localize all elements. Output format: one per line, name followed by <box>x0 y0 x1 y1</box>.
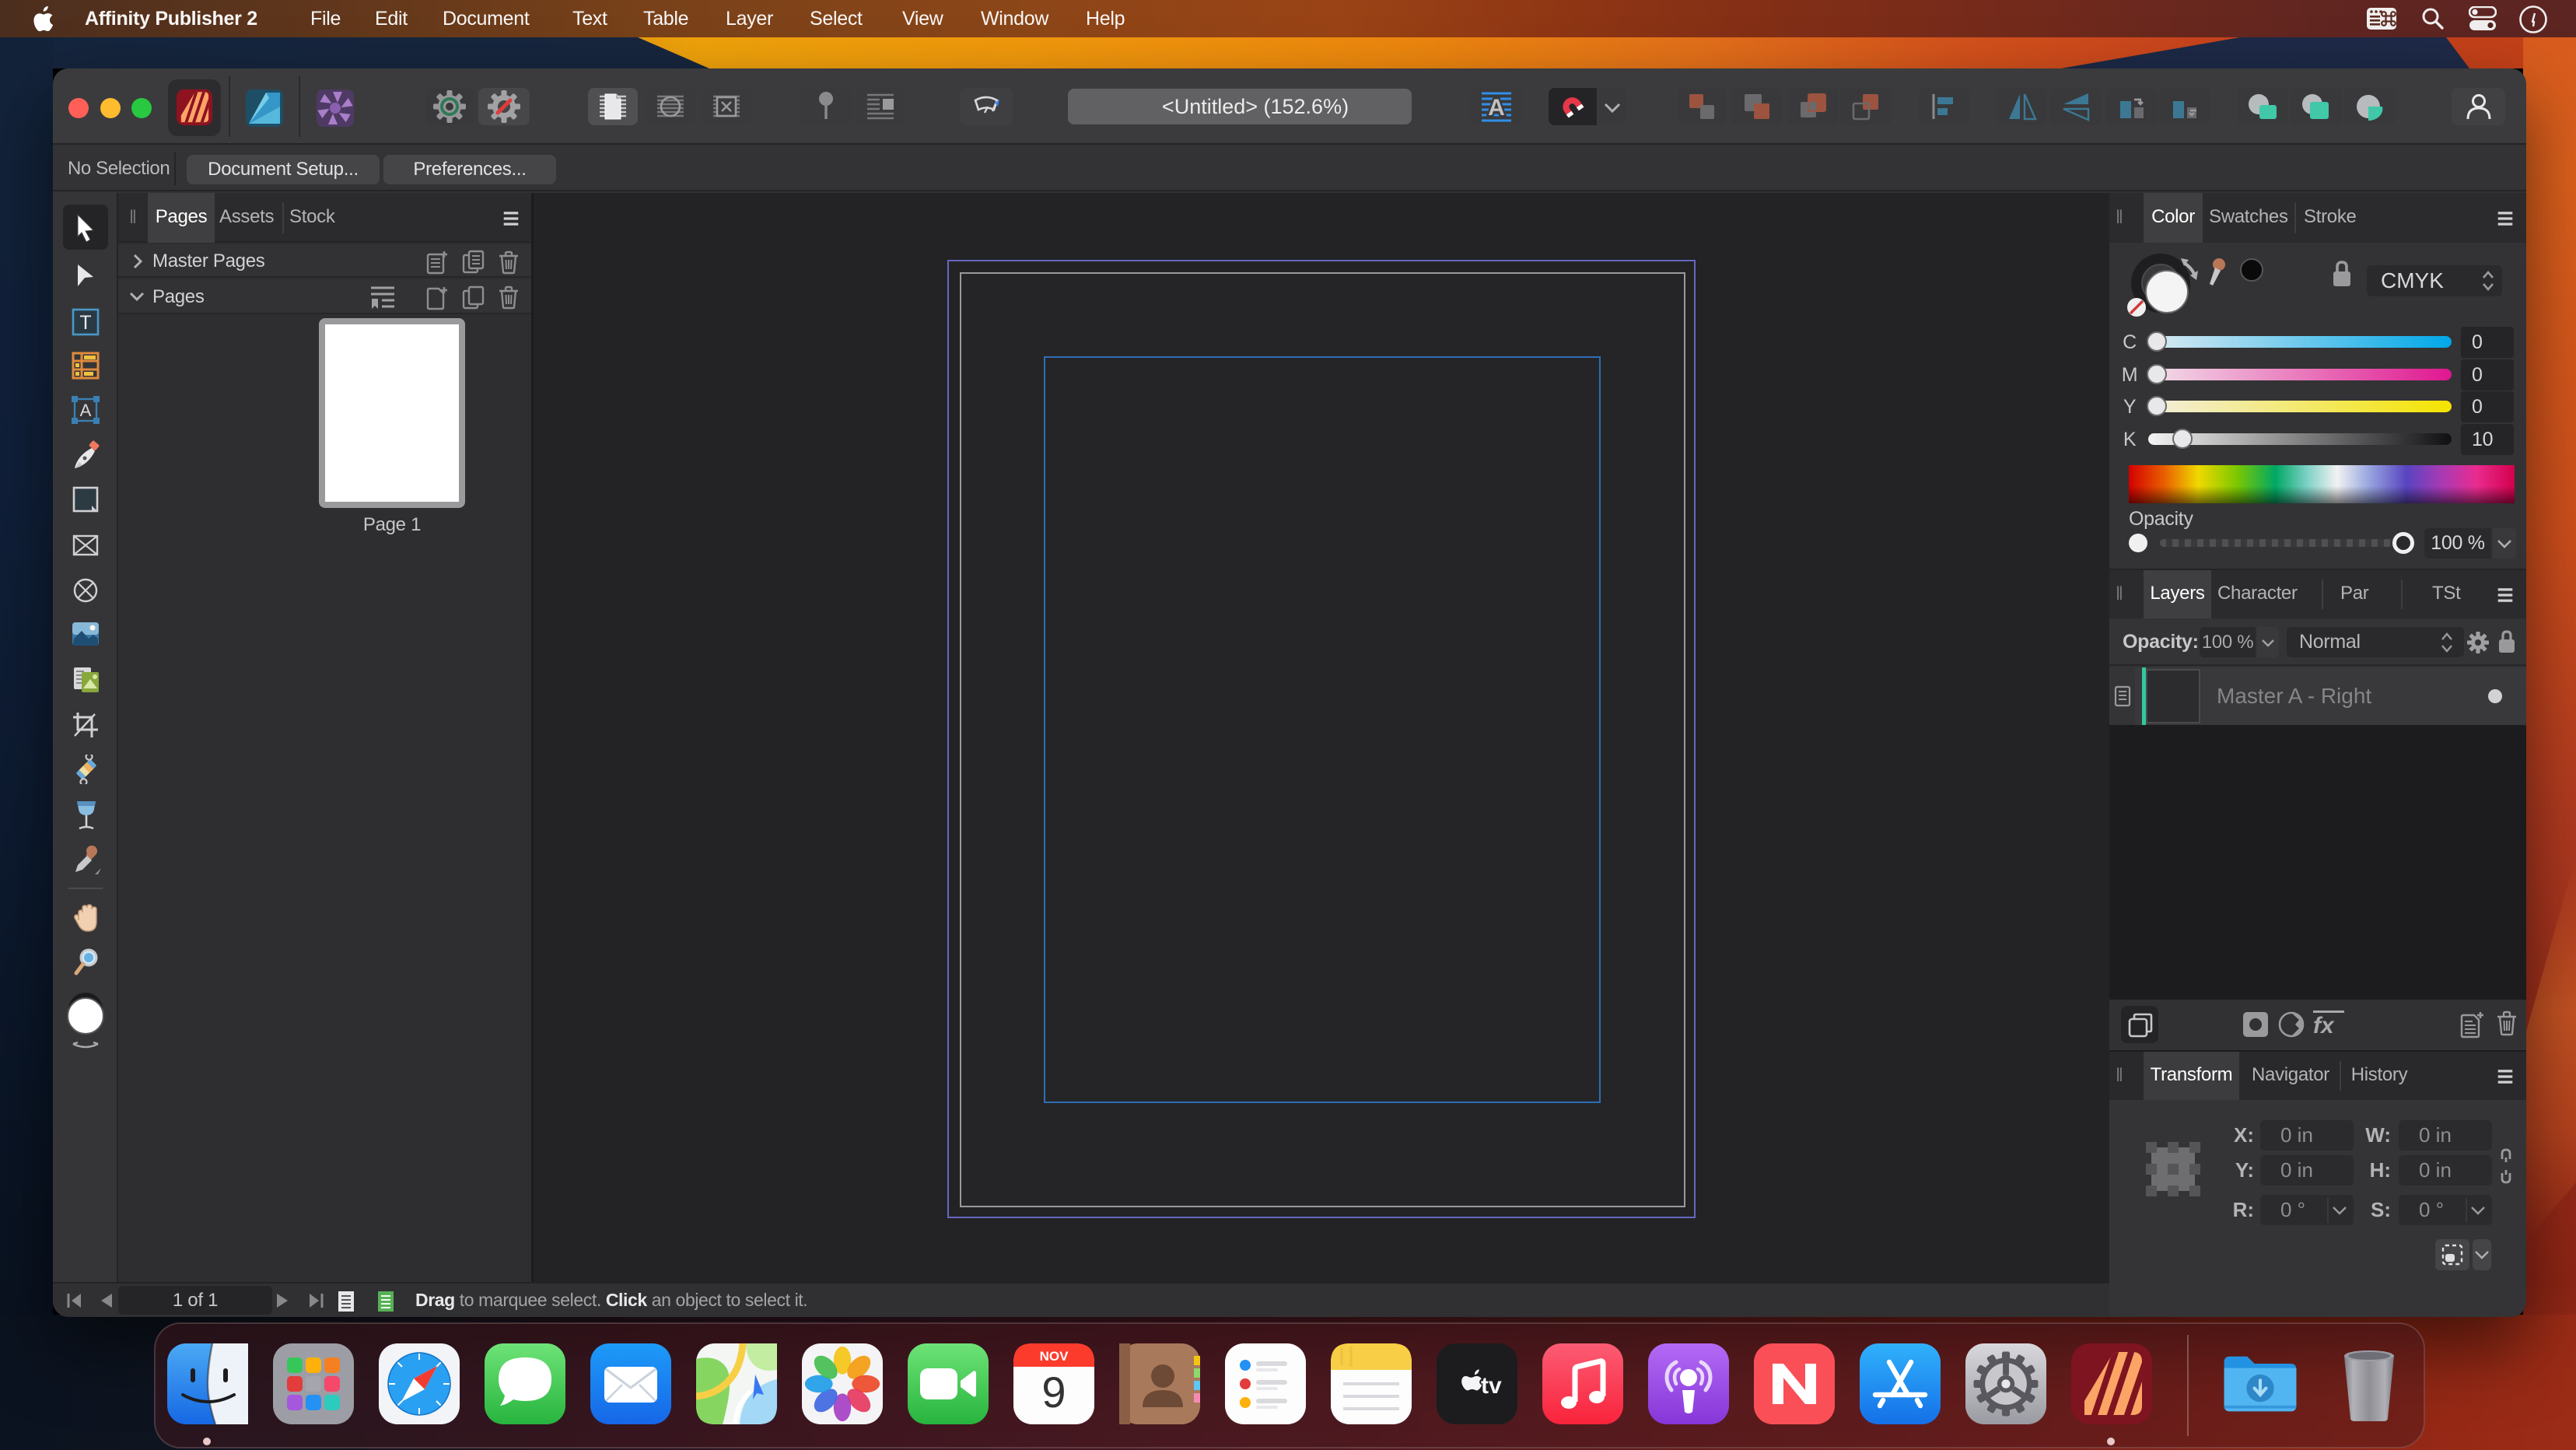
svg-text:tv: tv <box>1481 1373 1502 1399</box>
svg-text:NOV: NOV <box>1040 1349 1069 1364</box>
svg-text:T: T <box>79 312 91 334</box>
svg-text:A: A <box>80 401 92 420</box>
svg-text:A: A <box>1488 95 1505 121</box>
svg-text:9: 9 <box>1041 1368 1066 1417</box>
